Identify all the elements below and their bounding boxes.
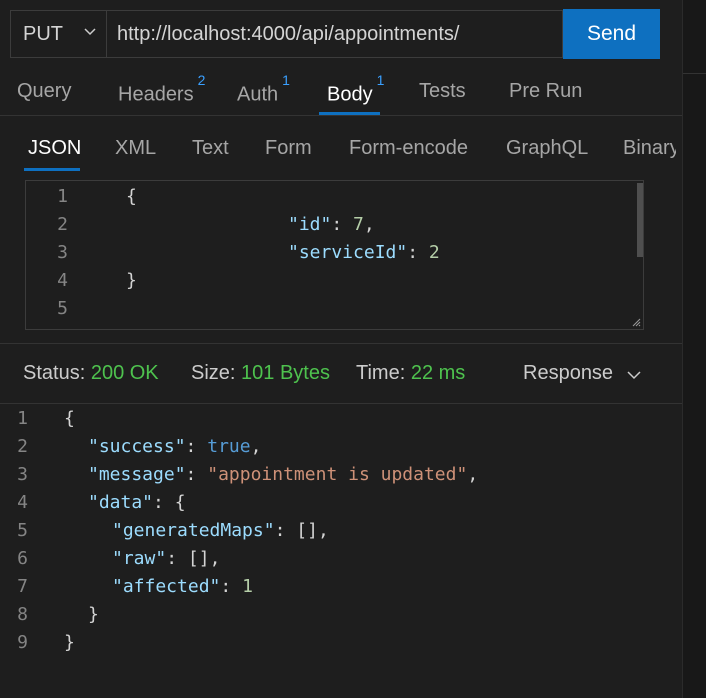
response-line: 9 } bbox=[0, 629, 682, 657]
method-label: PUT bbox=[23, 22, 63, 45]
body-type-xml[interactable]: XML bbox=[115, 137, 156, 160]
json-key: "raw" bbox=[112, 548, 167, 569]
resize-grip-icon[interactable] bbox=[632, 318, 641, 327]
divider bbox=[0, 115, 682, 116]
tab-label: Headers bbox=[118, 83, 194, 106]
response-line: 4 "data": { bbox=[0, 489, 682, 517]
tab-badge: 2 bbox=[197, 72, 206, 88]
line-number: 4 bbox=[57, 270, 68, 291]
json-key: "success" bbox=[88, 436, 186, 457]
tab-label: Pre Run bbox=[509, 80, 583, 102]
editor-scrollbar[interactable] bbox=[637, 183, 643, 257]
json-array: [] bbox=[296, 520, 318, 541]
divider bbox=[0, 343, 682, 344]
close-brace: } bbox=[64, 632, 75, 653]
json-string: "appointment is updated" bbox=[207, 464, 468, 485]
status-label: Status: bbox=[23, 362, 86, 384]
line-number: 5 bbox=[17, 520, 28, 541]
response-line: 3 "message": "appointment is updated", bbox=[0, 461, 682, 489]
url-input[interactable]: http://localhost:4000/api/appointments/ bbox=[107, 10, 563, 58]
line-number: 1 bbox=[17, 408, 28, 429]
json-key: "serviceId" bbox=[288, 242, 408, 263]
url-text: http://localhost:4000/api/appointments/ bbox=[117, 22, 460, 45]
open-brace: { bbox=[126, 186, 137, 207]
json-number: 1 bbox=[242, 576, 253, 597]
response-line: 6 "raw": [], bbox=[0, 545, 682, 573]
tab-label: Query bbox=[17, 80, 72, 102]
response-line: 8 } bbox=[0, 601, 682, 629]
editor-line: 2 "id": 7, bbox=[26, 211, 643, 239]
editor-line: 4 } bbox=[26, 267, 643, 295]
open-brace: { bbox=[174, 492, 186, 513]
tab-query[interactable]: Query bbox=[17, 80, 71, 103]
body-type-text[interactable]: Text bbox=[192, 137, 229, 160]
json-key: "affected" bbox=[112, 576, 221, 597]
response-line: 5 "generatedMaps": [], bbox=[0, 517, 682, 545]
size-info: Size: 101 Bytes bbox=[191, 362, 330, 385]
side-panel-edge bbox=[682, 0, 706, 698]
tab-badge: 1 bbox=[376, 72, 385, 88]
editor-line: 3 "serviceId": 2 bbox=[26, 239, 643, 267]
tab-auth[interactable]: Auth1 bbox=[237, 72, 290, 107]
line-number: 5 bbox=[57, 298, 68, 319]
json-key: "data" bbox=[88, 492, 154, 513]
body-type-form-encode[interactable]: Form-encode bbox=[349, 137, 468, 160]
json-array: [] bbox=[187, 548, 210, 569]
line-number: 6 bbox=[17, 548, 28, 569]
tab-label: Tests bbox=[419, 80, 466, 102]
line-number: 2 bbox=[17, 436, 28, 457]
status-value: 200 OK bbox=[90, 362, 159, 384]
tab-badge: 1 bbox=[282, 72, 290, 88]
editor-line: 1 { bbox=[26, 183, 643, 211]
time-value: 22 ms bbox=[410, 362, 466, 384]
json-number: 7 bbox=[353, 214, 364, 235]
body-type-json[interactable]: JSON bbox=[28, 137, 81, 160]
tab-label: Auth bbox=[237, 83, 279, 106]
status-info: Status: 200 OK bbox=[23, 362, 159, 385]
body-type-binary[interactable]: Binary bbox=[623, 137, 676, 160]
json-key: "id" bbox=[288, 214, 332, 235]
json-number: 2 bbox=[428, 242, 440, 263]
json-key: "generatedMaps" bbox=[112, 520, 275, 541]
close-brace: } bbox=[88, 604, 99, 625]
tab-pre-run[interactable]: Pre Run bbox=[509, 80, 582, 103]
tab-headers[interactable]: Headers2 bbox=[118, 72, 205, 107]
tab-label: Body bbox=[327, 83, 373, 106]
size-value: 101 Bytes bbox=[241, 362, 330, 384]
chevron-down-icon bbox=[84, 28, 96, 36]
line-number: 7 bbox=[17, 576, 28, 597]
body-type-graphql[interactable]: GraphQL bbox=[506, 137, 588, 160]
open-brace: { bbox=[64, 408, 75, 429]
tab-body[interactable]: Body1 bbox=[327, 72, 384, 107]
line-number: 3 bbox=[57, 242, 68, 263]
active-body-type-indicator bbox=[24, 168, 80, 171]
body-type-form[interactable]: Form bbox=[265, 137, 312, 160]
json-key: "message" bbox=[88, 464, 186, 485]
request-body-editor[interactable]: 1 { 2 "id": 7, 3 "serviceId": 2 4 } 5 bbox=[25, 180, 644, 330]
send-button[interactable]: Send bbox=[563, 9, 660, 59]
close-brace: } bbox=[126, 270, 137, 291]
size-label: Size: bbox=[191, 362, 236, 384]
response-line: 1 { bbox=[0, 405, 682, 433]
tab-tests[interactable]: Tests bbox=[419, 80, 466, 103]
line-number: 1 bbox=[57, 186, 68, 207]
line-number: 2 bbox=[57, 214, 68, 235]
line-number: 8 bbox=[17, 604, 28, 625]
line-number: 4 bbox=[17, 492, 28, 513]
line-number: 3 bbox=[17, 464, 28, 485]
json-boolean: true bbox=[207, 436, 251, 457]
editor-line: 5 bbox=[26, 295, 643, 323]
response-view-select[interactable]: Response bbox=[523, 362, 613, 385]
time-label: Time: bbox=[356, 362, 406, 384]
chevron-down-icon[interactable] bbox=[627, 368, 641, 382]
divider bbox=[0, 403, 682, 404]
line-number: 9 bbox=[17, 632, 28, 653]
response-line: 2 "success": true, bbox=[0, 433, 682, 461]
method-select[interactable]: PUT bbox=[10, 10, 107, 58]
time-info: Time: 22 ms bbox=[356, 362, 465, 385]
response-line: 7 "affected": 1 bbox=[0, 573, 682, 601]
